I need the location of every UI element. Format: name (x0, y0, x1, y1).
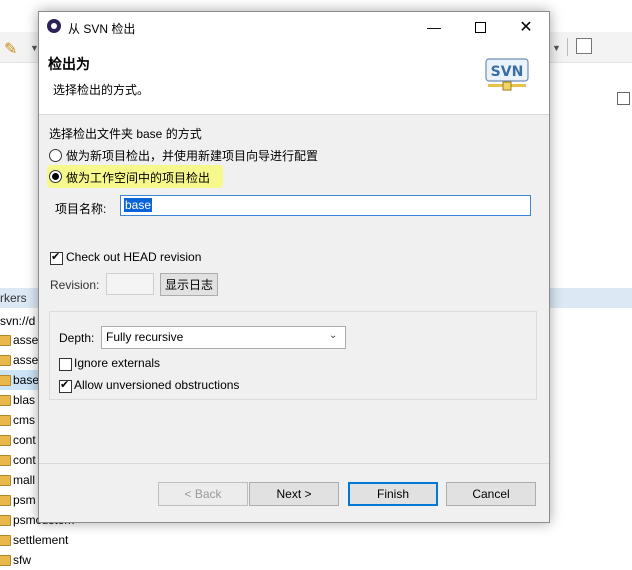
footer-divider (39, 463, 549, 464)
folder-icon (0, 414, 11, 426)
tree-item-selected[interactable]: base (0, 370, 40, 390)
folder-icon (0, 354, 11, 366)
folder-icon (0, 334, 11, 346)
cancel-button[interactable]: Cancel (446, 482, 536, 506)
eclipse-icon (47, 19, 61, 33)
folder-icon (0, 434, 11, 446)
close-icon: ✕ (519, 19, 533, 36)
new-project-radio-label[interactable]: 做为新项目检出，并使用新建项目向导进行配置 (66, 147, 318, 164)
folder-icon (0, 514, 11, 526)
folder-icon (0, 474, 11, 486)
workspace-project-radio-label[interactable]: 做为工作空间中的项目检出 (66, 169, 210, 186)
tree-item[interactable]: mall (0, 470, 35, 490)
folder-icon (0, 534, 11, 546)
tree-item[interactable]: blas (0, 390, 35, 410)
folder-icon (0, 494, 11, 506)
svn-logo-icon: SVN (485, 58, 529, 91)
folder-icon (0, 394, 11, 406)
minimize-button[interactable]: — (411, 12, 457, 42)
tree-root-label[interactable]: svn://d (0, 314, 35, 328)
head-revision-label[interactable]: Check out HEAD revision (66, 250, 201, 264)
svn-logo-text: SVN (491, 64, 524, 80)
section-label: 选择检出文件夹 base 的方式 (49, 127, 202, 141)
allow-unversioned-label[interactable]: Allow unversioned obstructions (74, 378, 239, 392)
back-button[interactable]: < Back (158, 482, 248, 506)
depth-select[interactable]: Fully recursive (101, 326, 346, 349)
title-bar[interactable]: 从 SVN 检出 — ✕ (39, 12, 549, 42)
maximize-icon[interactable] (617, 92, 630, 105)
allow-unversioned-checkbox[interactable] (59, 378, 72, 393)
minimize-icon: — (427, 19, 441, 35)
tree-item[interactable]: asse (0, 350, 38, 370)
finish-button[interactable]: Finish (348, 482, 438, 506)
tree-item[interactable]: cont (0, 430, 36, 450)
show-log-button[interactable]: 显示日志 (160, 273, 218, 296)
chevron-down-icon[interactable]: ⌄ (329, 330, 337, 341)
revision-label: Revision: (50, 278, 100, 292)
wizard-header: 检出为 选择检出的方式。 SVN (39, 42, 549, 115)
project-name-value: base (124, 198, 153, 212)
close-button[interactable]: ✕ (503, 12, 549, 42)
depth-label: Depth: (59, 331, 95, 345)
page-title: 检出为 (48, 56, 90, 72)
edit-icon[interactable] (576, 38, 592, 54)
revision-input (106, 273, 154, 295)
toolbar-divider (567, 38, 568, 56)
tree-item[interactable]: settlement (0, 530, 68, 550)
depth-select-value: Fully recursive (106, 330, 184, 344)
folder-icon (0, 454, 11, 466)
window-title: 从 SVN 检出 (68, 22, 136, 36)
maximize-button[interactable] (457, 12, 503, 42)
tree-item[interactable]: sfw (0, 550, 31, 570)
tree-item[interactable]: cont (0, 450, 36, 470)
ignore-externals-label[interactable]: Ignore externals (74, 356, 160, 370)
project-name-input[interactable]: base (120, 195, 531, 216)
new-project-radio[interactable] (49, 149, 62, 162)
svn-checkout-dialog: 从 SVN 检出 — ✕ 检出为 选择检出的方式。 SVN 选择检出文件夹 ba… (38, 11, 550, 523)
next-button[interactable]: Next > (249, 482, 339, 506)
head-revision-checkbox[interactable] (50, 250, 63, 265)
wand-icon[interactable]: ✎ (4, 39, 17, 59)
ignore-externals-checkbox[interactable] (59, 358, 72, 371)
chevron-down-icon[interactable]: ▼ (552, 43, 561, 53)
folder-icon (0, 374, 11, 386)
maximize-icon (474, 21, 486, 33)
tree-item[interactable]: psm (0, 490, 36, 510)
tree-item[interactable]: asse (0, 330, 38, 350)
project-name-label: 项目名称: (55, 202, 107, 216)
tree-item[interactable]: cms (0, 410, 35, 430)
panel-tab-label[interactable]: rkers (0, 291, 27, 305)
page-description: 选择检出的方式。 (53, 83, 150, 97)
workspace-project-radio[interactable] (49, 170, 62, 183)
